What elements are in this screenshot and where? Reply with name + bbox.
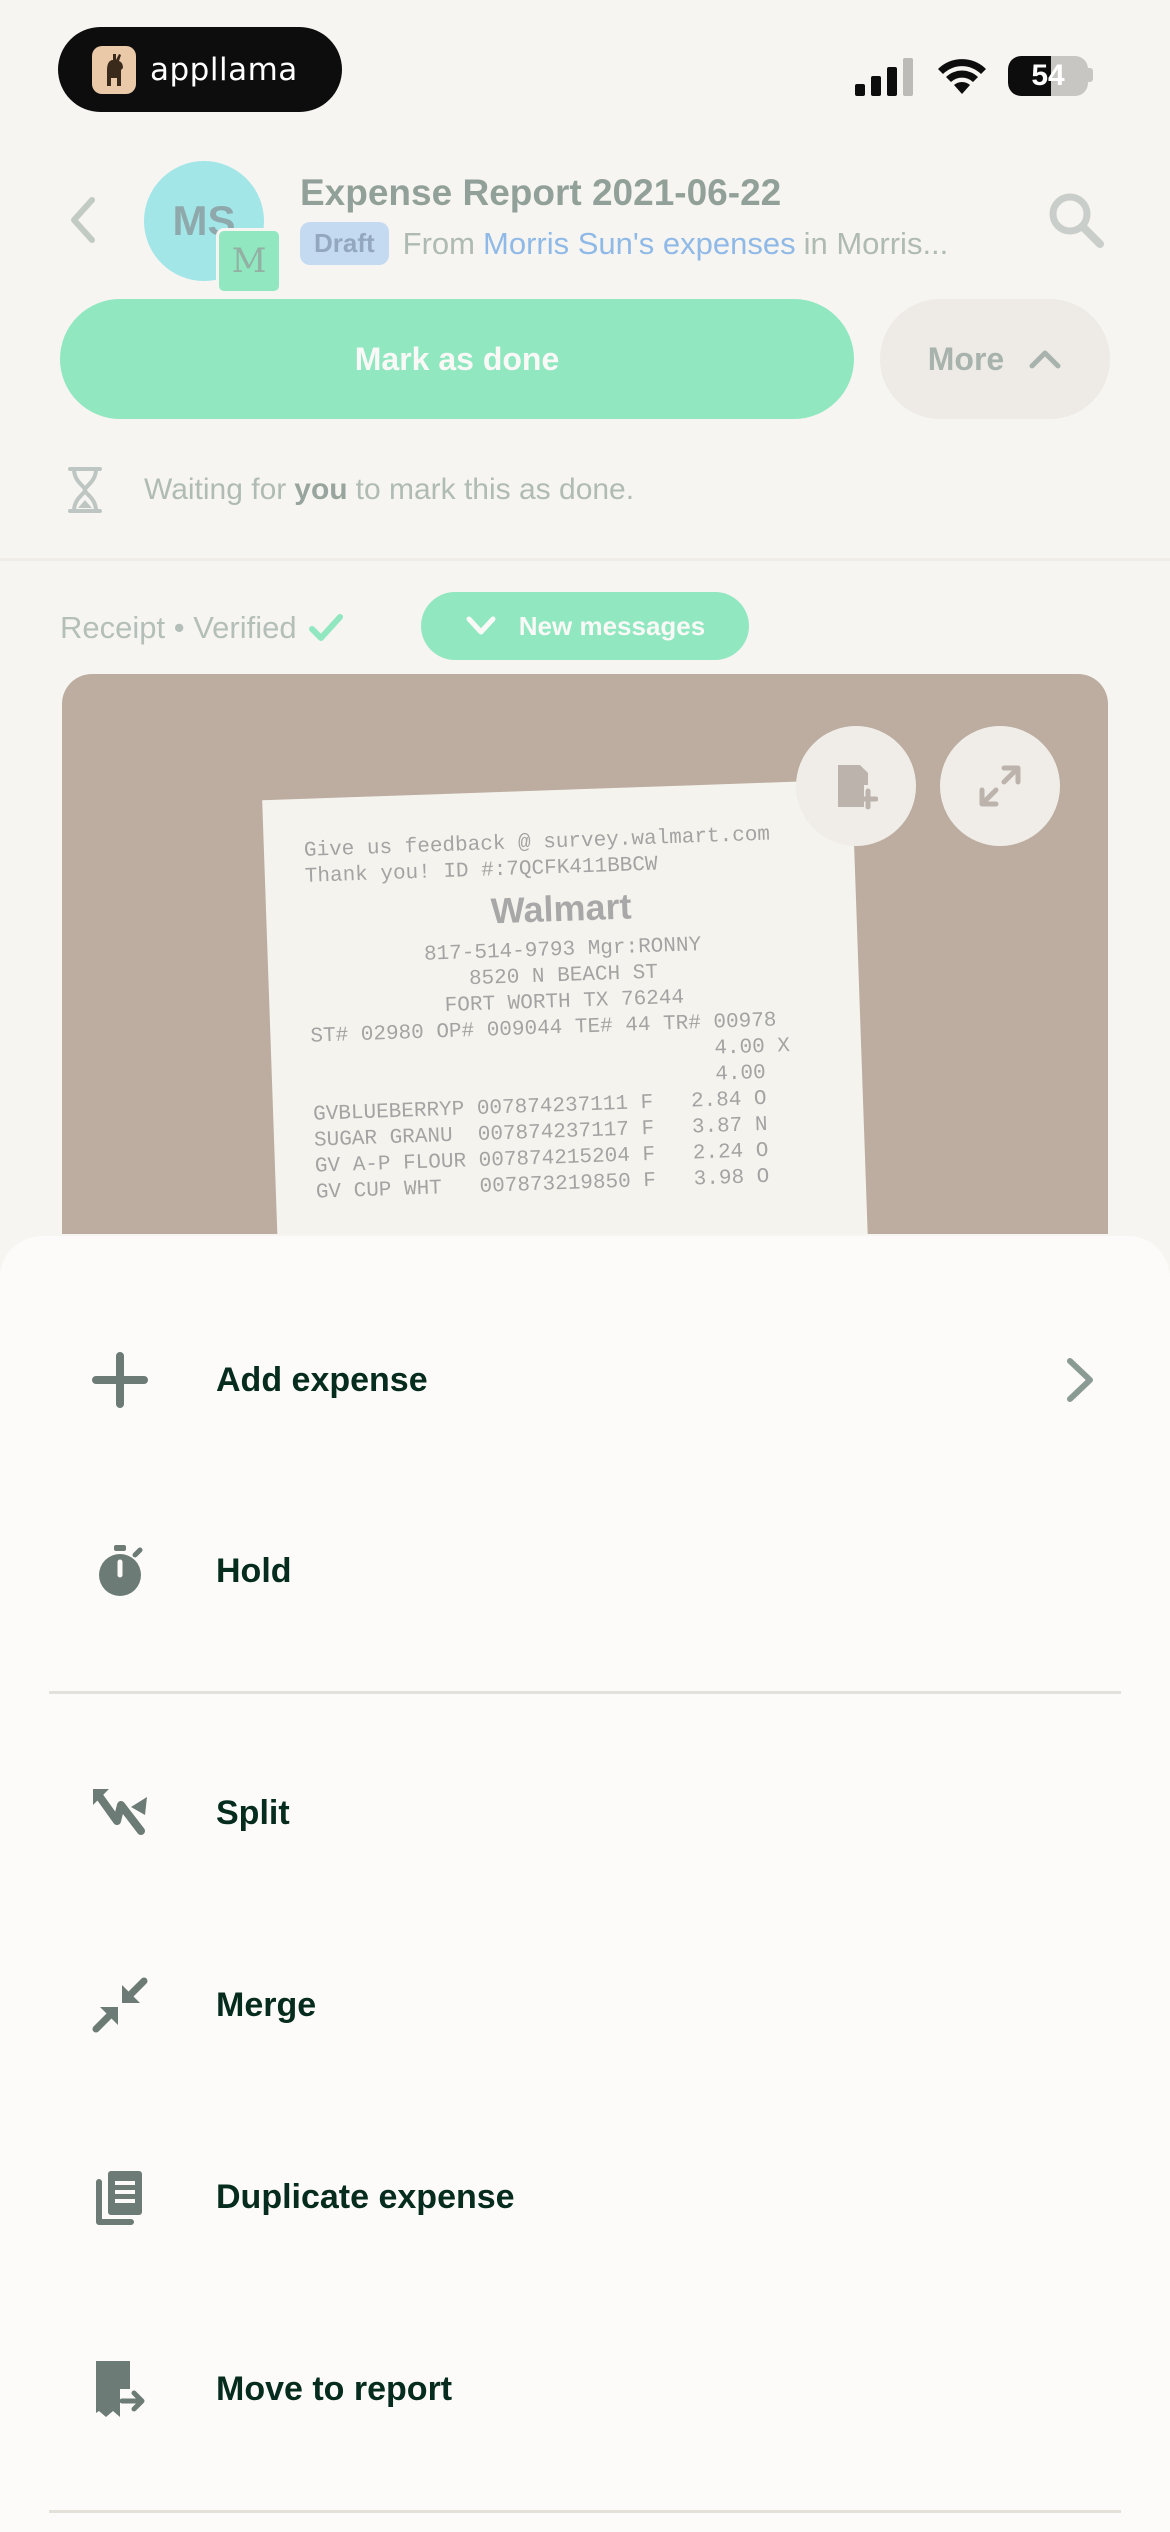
workspace-text: in Morris... <box>803 225 949 261</box>
menu-item-merge[interactable]: Merge <box>0 1940 1170 2070</box>
menu-item-add-expense[interactable]: Add expense <box>0 1315 1170 1445</box>
stopwatch-icon <box>88 1539 152 1603</box>
expand-icon <box>979 765 1021 807</box>
report-subtitle: Draft From Morris Sun's expenses in Morr… <box>300 222 948 265</box>
split-icon <box>88 1781 152 1845</box>
app-brand-pill: appllama <box>58 27 342 112</box>
sheet-divider <box>49 1691 1121 1694</box>
from-link[interactable]: Morris Sun's expenses <box>483 226 796 262</box>
mark-as-done-button[interactable]: Mark as done <box>60 299 854 419</box>
replace-receipt-button[interactable] <box>796 726 916 846</box>
merge-icon <box>88 1973 152 2037</box>
wifi-icon <box>938 59 986 94</box>
receipt-paper: Give us feedback @ survey.walmart.com Th… <box>262 779 870 1234</box>
menu-item-hold[interactable]: Hold <box>0 1506 1170 1636</box>
menu-item-duplicate-expense[interactable]: Duplicate expense <box>0 2132 1170 2262</box>
chevron-right-icon <box>1067 1358 1093 1402</box>
receipt-add-icon <box>838 765 878 810</box>
sheet-divider <box>49 2510 1121 2513</box>
expand-receipt-button[interactable] <box>940 726 1060 846</box>
chevron-up-icon <box>1029 350 1061 369</box>
chevron-down-icon <box>466 616 496 635</box>
battery-tip <box>1088 68 1093 82</box>
cellular-signal-icon <box>855 58 913 96</box>
receipt-image[interactable]: Give us feedback @ survey.walmart.com Th… <box>62 674 1108 1234</box>
report-title[interactable]: Expense Report 2021-06-22 <box>300 172 781 214</box>
from-prefix: From <box>402 225 475 261</box>
more-button[interactable]: More <box>880 299 1110 419</box>
plus-icon <box>88 1348 152 1412</box>
llama-logo-icon <box>92 45 136 94</box>
battery-level: 54 <box>1031 59 1065 92</box>
menu-item-split[interactable]: Split <box>0 1748 1170 1878</box>
app-brand-name: appllama <box>150 51 298 88</box>
header-divider <box>0 558 1170 561</box>
search-icon[interactable] <box>1046 190 1106 250</box>
receipt-verified-label: Receipt • Verified <box>60 610 343 646</box>
status-badge: Draft <box>300 222 389 265</box>
checkmark-icon <box>308 614 343 641</box>
waiting-status: Waiting for you to mark this as done. <box>66 466 634 514</box>
hourglass-icon <box>68 467 102 513</box>
battery-indicator: 54 <box>1008 56 1088 96</box>
back-arrow-icon[interactable] <box>58 190 108 250</box>
more-actions-sheet: Add expense Hold Split Merge Duplicate e… <box>0 1236 1170 2532</box>
menu-item-move-to-report[interactable]: Move to report <box>0 2324 1170 2454</box>
workspace-avatar: M <box>216 228 282 294</box>
move-to-report-icon <box>88 2357 152 2421</box>
new-messages-button[interactable]: New messages <box>421 592 749 660</box>
duplicate-icon <box>88 2165 152 2229</box>
